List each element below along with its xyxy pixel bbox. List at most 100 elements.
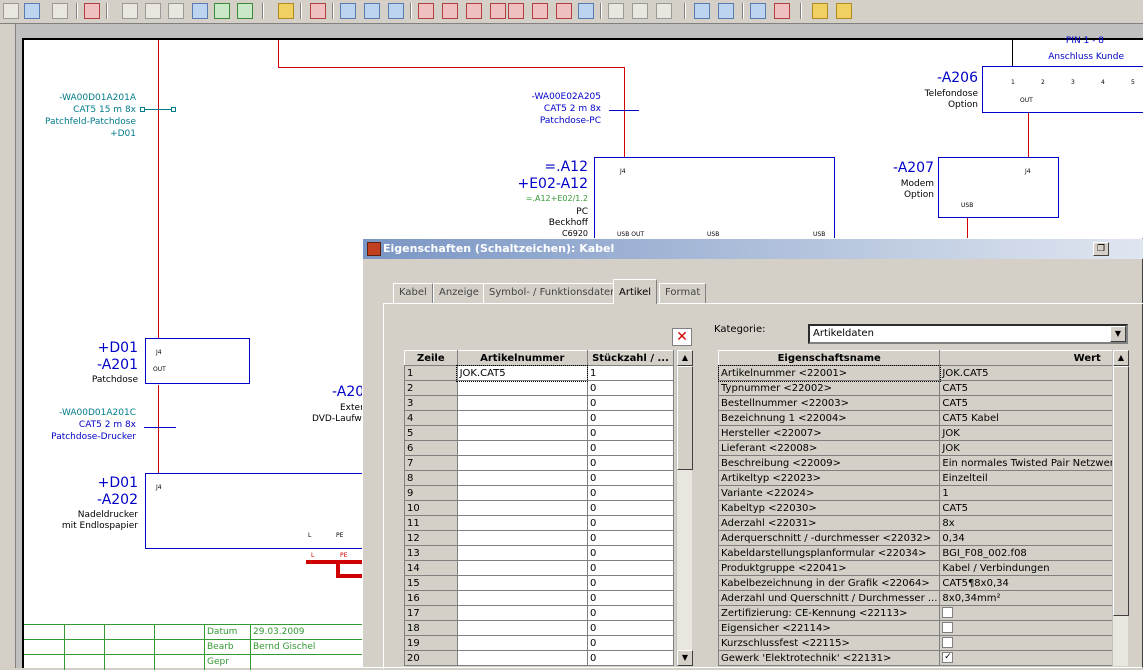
tool-icon-5[interactable] bbox=[508, 3, 524, 19]
scroll-up-icon[interactable]: ▲ bbox=[677, 350, 693, 366]
artikelnummer-cell[interactable] bbox=[456, 410, 588, 426]
table-row[interactable]: 14 0 bbox=[404, 560, 675, 576]
property-value[interactable]: CAT5 bbox=[939, 500, 1126, 516]
property-value[interactable]: Einzelteil bbox=[939, 470, 1126, 486]
property-value[interactable]: Kabel / Verbindungen bbox=[939, 560, 1126, 576]
artikelnummer-cell[interactable] bbox=[456, 620, 588, 636]
tool-icon-12[interactable] bbox=[694, 3, 710, 19]
table-row[interactable]: 12 0 bbox=[404, 530, 675, 546]
stueckzahl-cell[interactable]: 0 bbox=[586, 605, 675, 621]
property-row[interactable]: Beschreibung <22009> Ein normales Twisted… bbox=[717, 455, 1126, 471]
tool-icon-4[interactable] bbox=[490, 3, 506, 19]
stueckzahl-cell[interactable]: 0 bbox=[586, 395, 675, 411]
artikelnummer-cell[interactable] bbox=[456, 530, 588, 546]
property-value[interactable]: 8x bbox=[939, 515, 1126, 531]
col-artikelnummer[interactable]: Artikelnummer bbox=[456, 350, 588, 366]
artikelnummer-cell[interactable] bbox=[456, 440, 588, 456]
undo-icon[interactable] bbox=[84, 3, 100, 19]
col-zeile[interactable]: Zeile bbox=[404, 350, 458, 366]
artikelnummer-cell[interactable]: JOK.CAT5 bbox=[456, 364, 589, 382]
cable-icon[interactable] bbox=[168, 3, 184, 19]
stueckzahl-cell[interactable]: 0 bbox=[586, 410, 675, 426]
property-value[interactable]: CAT5 bbox=[939, 380, 1126, 396]
property-row[interactable]: Artikelnummer <22001> JOK.CAT5 bbox=[717, 364, 1126, 382]
table-row[interactable]: 90 bbox=[404, 485, 675, 501]
prop-scroll-up-icon[interactable]: ▲ bbox=[1113, 350, 1129, 366]
paste-icon[interactable] bbox=[52, 3, 68, 19]
table-row[interactable]: 80 bbox=[404, 470, 675, 486]
artikelnummer-cell[interactable] bbox=[456, 455, 588, 471]
table-row[interactable]: 70 bbox=[404, 455, 675, 471]
restore-icon[interactable]: ❐ bbox=[1093, 242, 1109, 256]
table-row[interactable]: 50 bbox=[404, 425, 675, 441]
stueckzahl-cell[interactable]: 0 bbox=[586, 530, 675, 546]
macro-icon[interactable] bbox=[310, 3, 326, 19]
property-value[interactable]: Ein normales Twisted Pair Netzwerk, bbox=[939, 455, 1126, 471]
stueckzahl-cell[interactable]: 0 bbox=[586, 620, 675, 636]
property-row[interactable]: Bestellnummer <22003> CAT5 bbox=[717, 395, 1126, 411]
table-row[interactable]: 1 JOK.CAT5 1 bbox=[404, 364, 675, 382]
col-stueckzahl[interactable]: Stückzahl / ... bbox=[586, 350, 675, 366]
property-table[interactable]: Eigenschaftsname Wert Artikelnummer <220… bbox=[717, 350, 1126, 666]
property-value[interactable] bbox=[939, 605, 1126, 621]
copy-icon[interactable] bbox=[24, 3, 40, 19]
property-value[interactable]: ✓ bbox=[939, 650, 1126, 666]
stueckzahl-cell[interactable]: 0 bbox=[586, 380, 675, 396]
table-row[interactable]: 40 bbox=[404, 410, 675, 426]
cut-icon[interactable] bbox=[3, 3, 19, 19]
artikelnummer-cell[interactable] bbox=[456, 635, 588, 651]
tab-symbol[interactable]: Symbol- / Funktionsdaten bbox=[483, 283, 623, 303]
table-row[interactable]: 30 bbox=[404, 395, 675, 411]
table-row[interactable]: 19 0 bbox=[404, 635, 675, 651]
property-value[interactable]: 0,34 bbox=[939, 530, 1126, 546]
connect-icon[interactable] bbox=[192, 3, 208, 19]
redo-icon[interactable] bbox=[122, 3, 138, 19]
artikelnummer-cell[interactable] bbox=[456, 560, 588, 576]
plc-icon[interactable] bbox=[278, 3, 294, 19]
property-row[interactable]: Gewerk 'Elektrotechnik' <22131> ✓ bbox=[717, 650, 1126, 666]
stueckzahl-cell[interactable]: 0 bbox=[586, 560, 675, 576]
property-row[interactable]: Aderquerschnitt / -durchmesser <22032> 0,… bbox=[717, 530, 1126, 546]
stueckzahl-cell[interactable]: 0 bbox=[586, 590, 675, 606]
col-eigenschaftsname[interactable]: Eigenschaftsname bbox=[717, 350, 941, 366]
property-row[interactable]: Produktgruppe <22041> Kabel / Verbindunge… bbox=[717, 560, 1126, 576]
property-value[interactable]: BGI_F08_002.f08 bbox=[939, 545, 1126, 561]
tool-icon-9[interactable] bbox=[608, 3, 624, 19]
table-row[interactable]: 17 0 bbox=[404, 605, 675, 621]
checkbox[interactable] bbox=[942, 622, 954, 634]
table-row[interactable]: 15 0 bbox=[404, 575, 675, 591]
stueckzahl-cell[interactable]: 0 bbox=[586, 635, 675, 651]
terminal-icon[interactable] bbox=[214, 3, 230, 19]
tool-icon-1[interactable] bbox=[418, 3, 434, 19]
checkbox[interactable] bbox=[942, 607, 954, 619]
property-value[interactable]: JOK bbox=[939, 425, 1126, 441]
stueckzahl-cell[interactable]: 0 bbox=[586, 515, 675, 531]
tool-icon-11[interactable] bbox=[656, 3, 672, 19]
article-scrollbar[interactable]: ▲ ▼ bbox=[676, 350, 693, 666]
stueckzahl-cell[interactable]: 0 bbox=[586, 485, 675, 501]
stueckzahl-cell[interactable]: 0 bbox=[586, 440, 675, 456]
artikelnummer-cell[interactable] bbox=[456, 545, 588, 561]
artikelnummer-cell[interactable] bbox=[456, 590, 588, 606]
dialog-title[interactable]: Eigenschaften (Schaltzeichen): Kabel bbox=[363, 239, 1143, 259]
tool-icon-14[interactable] bbox=[774, 3, 790, 19]
delete-icon[interactable]: ✕ bbox=[672, 328, 692, 346]
property-row[interactable]: Hersteller <22007> JOK bbox=[717, 425, 1126, 441]
article-table[interactable]: Zeile Artikelnummer Stückzahl / ... 1 JOK… bbox=[404, 350, 675, 666]
telefon-block[interactable]: 1 2 3 4 5 OUT bbox=[982, 66, 1143, 113]
property-row[interactable]: Kabelbezeichnung in der Grafik <22064> CA… bbox=[717, 575, 1126, 591]
stueckzahl-cell[interactable]: 0 bbox=[586, 500, 675, 516]
artikelnummer-cell[interactable] bbox=[456, 650, 588, 666]
chevron-down-icon[interactable]: ▼ bbox=[1110, 326, 1126, 342]
symbol-icon[interactable] bbox=[145, 3, 161, 19]
tool-icon-6[interactable] bbox=[532, 3, 548, 19]
artikelnummer-cell[interactable] bbox=[456, 380, 588, 396]
property-value[interactable]: 8x0,34mm² bbox=[939, 590, 1126, 606]
open-icon[interactable] bbox=[812, 3, 828, 19]
table-row[interactable]: 13 0 bbox=[404, 545, 675, 561]
artikelnummer-cell[interactable] bbox=[456, 605, 588, 621]
artikelnummer-cell[interactable] bbox=[456, 395, 588, 411]
artikelnummer-cell[interactable] bbox=[456, 500, 588, 516]
property-row[interactable]: Kabeltyp <22030> CAT5 bbox=[717, 500, 1126, 516]
save-icon[interactable] bbox=[836, 3, 852, 19]
